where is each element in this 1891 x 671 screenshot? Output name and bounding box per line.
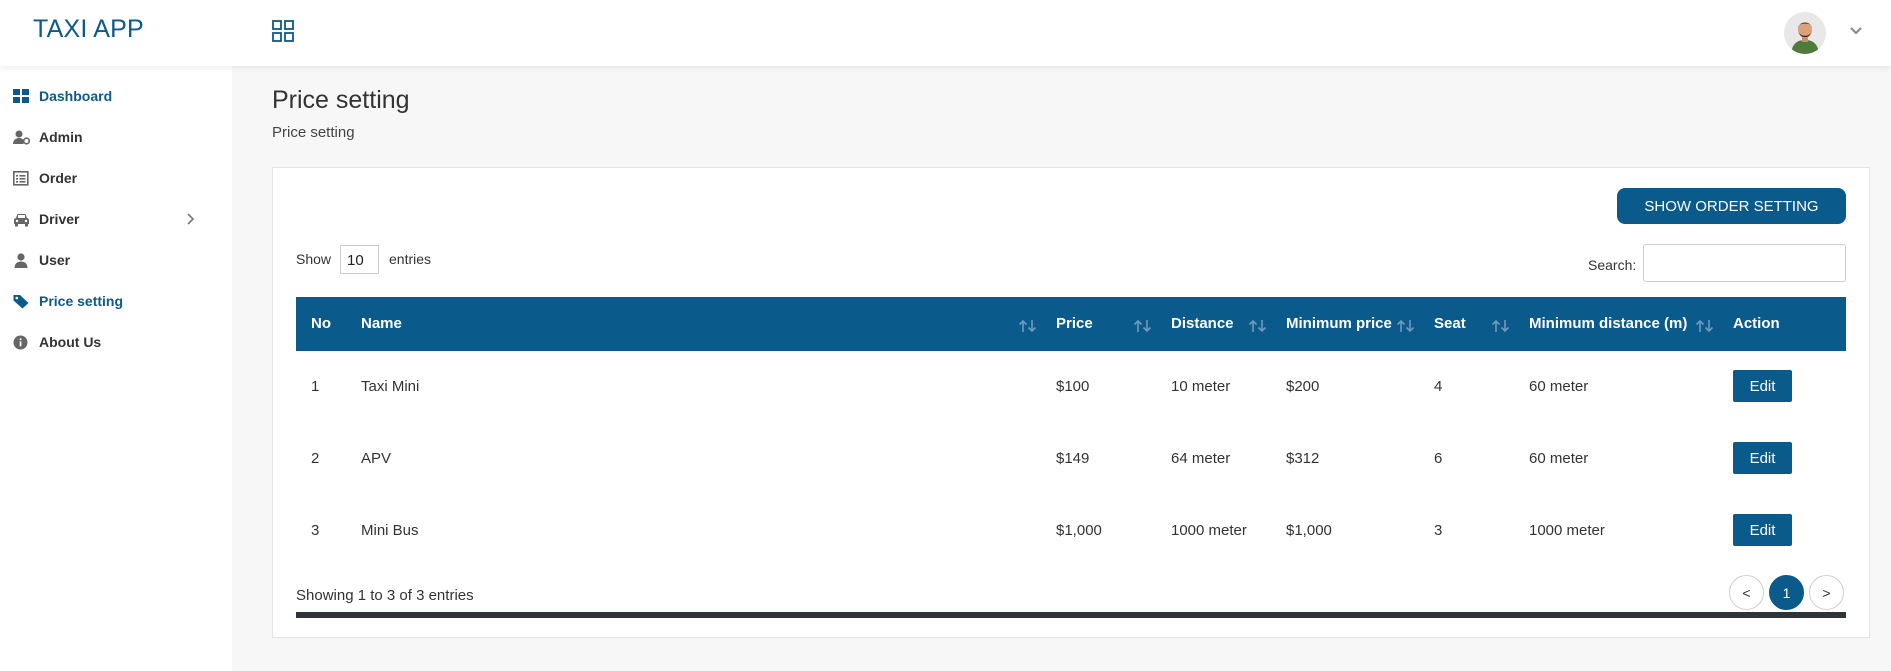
sidebar-item-label: User: [39, 252, 71, 268]
sidebar-item-label: About Us: [39, 334, 102, 350]
cell-minimum-price: $1,000: [1286, 522, 1332, 539]
cell-seat: 3: [1434, 522, 1443, 539]
cell-price: $1,000: [1056, 522, 1102, 539]
sidebar-item-driver[interactable]: Driver: [0, 199, 232, 240]
app-brand[interactable]: TAXI APP: [33, 15, 144, 44]
column-header-no[interactable]: No: [311, 315, 331, 332]
cell-no: 1: [311, 378, 320, 395]
dashboard-icon: [13, 89, 29, 103]
car-icon: [14, 214, 29, 227]
tag-icon: [13, 295, 29, 309]
column-header-name[interactable]: Name: [361, 315, 402, 332]
column-header-minimum-price[interactable]: Minimum price: [1286, 315, 1392, 332]
cell-minimum-distance: 60 meter: [1529, 450, 1589, 467]
search-input[interactable]: [1643, 244, 1846, 282]
cell-price: $149: [1056, 450, 1090, 467]
cell-minimum-distance: 1000 meter: [1529, 522, 1605, 539]
chevron-right-icon: [187, 213, 195, 225]
cell-name: APV: [361, 450, 392, 467]
cell-seat: 6: [1434, 450, 1443, 467]
cell-minimum-price: $312: [1286, 450, 1320, 467]
info-icon: [13, 335, 28, 350]
horizontal-scrollbar[interactable]: [296, 612, 1846, 618]
user-avatar[interactable]: [1784, 12, 1826, 54]
cell-distance: 1000 meter: [1171, 522, 1247, 539]
price-setting-card: [272, 167, 1870, 638]
cell-name: Taxi Mini: [361, 378, 420, 395]
sort-icon[interactable]: [1396, 319, 1416, 333]
cell-minimum-price: $200: [1286, 378, 1320, 395]
sort-icon[interactable]: [1018, 319, 1038, 333]
cell-distance: 10 meter: [1171, 378, 1231, 395]
sidebar-item-label: Admin: [39, 129, 83, 145]
column-header-minimum-distance[interactable]: Minimum distance (m): [1529, 315, 1687, 332]
page-title: Price setting: [272, 86, 410, 114]
sidebar-item-label: Price setting: [39, 293, 124, 309]
sort-icon[interactable]: [1491, 319, 1511, 333]
cell-no: 2: [311, 450, 320, 467]
sidebar-item-label: Order: [39, 170, 78, 186]
sort-icon[interactable]: [1133, 319, 1153, 333]
top-bar: TAXI APP: [0, 0, 1891, 66]
column-header-action: Action: [1733, 315, 1780, 332]
entries-label: entries: [389, 251, 432, 267]
pagination-next-button[interactable]: >: [1809, 575, 1844, 610]
cell-minimum-distance: 60 meter: [1529, 378, 1589, 395]
table-info: Showing 1 to 3 of 3 entries: [296, 587, 474, 604]
sidebar: Dashboard Admin Order Driver User Price …: [0, 66, 232, 671]
sort-icon[interactable]: [1695, 319, 1715, 333]
sidebar-item-admin[interactable]: Admin: [0, 117, 232, 158]
cell-name: Mini Bus: [361, 522, 419, 539]
cell-price: $100: [1056, 378, 1090, 395]
pagination-page-button[interactable]: 1: [1769, 575, 1804, 610]
sidebar-item-dashboard[interactable]: Dashboard: [0, 76, 232, 117]
sidebar-item-order[interactable]: Order: [0, 158, 232, 199]
search-label: Search:: [1588, 257, 1637, 273]
sidebar-item-label: Dashboard: [39, 88, 113, 104]
sidebar-item-label: Driver: [39, 211, 80, 227]
grid-icon[interactable]: [272, 20, 294, 42]
edit-button[interactable]: Edit: [1733, 442, 1792, 474]
show-label: Show: [296, 251, 332, 267]
sidebar-item-price-setting[interactable]: Price setting: [0, 281, 232, 322]
pagination-prev-button[interactable]: <: [1729, 575, 1764, 610]
admin-cog-icon: [13, 130, 30, 145]
cell-no: 3: [311, 522, 320, 539]
edit-button[interactable]: Edit: [1733, 514, 1792, 546]
show-order-setting-button[interactable]: SHOW ORDER SETTING: [1617, 188, 1846, 224]
column-header-price[interactable]: Price: [1056, 315, 1093, 332]
sort-icon[interactable]: [1248, 319, 1268, 333]
user-icon: [14, 253, 28, 268]
entries-per-page-select[interactable]: 10: [340, 245, 379, 274]
cell-distance: 64 meter: [1171, 450, 1231, 467]
list-icon: [13, 171, 29, 186]
chevron-down-icon[interactable]: [1848, 22, 1864, 38]
sidebar-item-about-us[interactable]: About Us: [0, 322, 232, 363]
cell-seat: 4: [1434, 378, 1443, 395]
breadcrumb: Price setting: [272, 124, 355, 141]
sidebar-item-user[interactable]: User: [0, 240, 232, 281]
column-header-distance[interactable]: Distance: [1171, 315, 1234, 332]
table-header: No Name Price Distance Minimum price Sea…: [296, 297, 1846, 351]
edit-button[interactable]: Edit: [1733, 370, 1792, 402]
column-header-seat[interactable]: Seat: [1434, 315, 1466, 332]
